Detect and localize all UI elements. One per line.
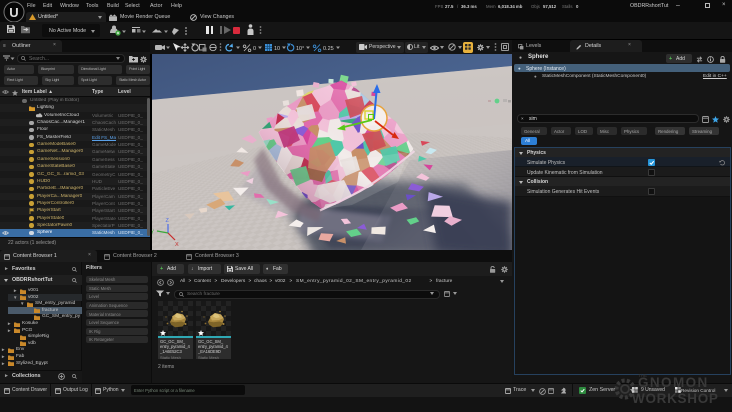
svg-text:10: 10 <box>274 46 280 52</box>
svg-text:U: U <box>9 5 18 20</box>
svg-text:X: X <box>175 242 179 248</box>
svg-text:0: 0 <box>253 46 256 52</box>
svg-text:10°: 10° <box>296 46 304 52</box>
svg-text:0.25: 0.25 <box>323 46 334 52</box>
svg-text:WORKSHOP: WORKSHOP <box>632 391 719 406</box>
